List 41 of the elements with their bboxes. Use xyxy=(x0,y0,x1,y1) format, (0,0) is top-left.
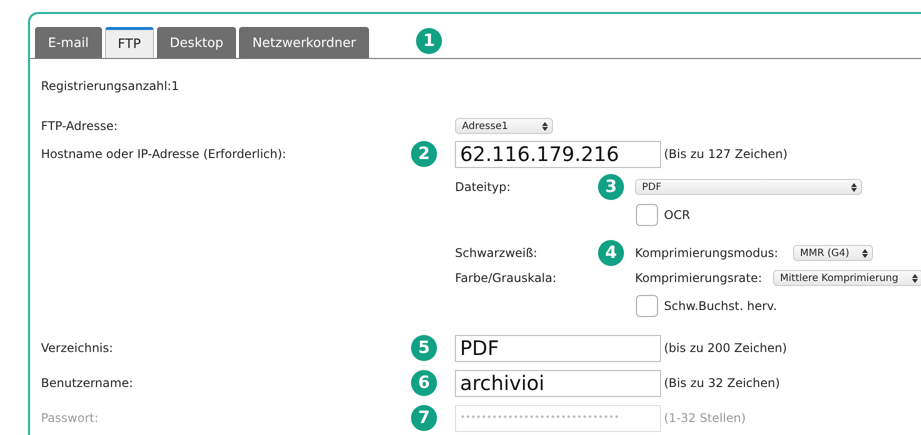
number-badge: 2 xyxy=(411,141,437,167)
checkbox-label: OCR xyxy=(664,208,690,222)
updown-arrows-icon xyxy=(542,122,548,130)
updown-arrows-icon xyxy=(862,248,868,258)
number-badge: 6 xyxy=(411,370,437,396)
field-label: Verzeichnis: xyxy=(41,341,114,355)
text-input[interactable]: archivioi xyxy=(455,370,661,396)
field-label: Benutzername: xyxy=(41,376,134,390)
address-select[interactable]: Adresse1 xyxy=(455,118,553,134)
field-label: Farbe/Grauskala: xyxy=(455,271,558,285)
tab[interactable]: E-mail xyxy=(35,27,102,58)
hint-text: (1-32 Stellen) xyxy=(664,411,746,425)
field-label: Passwort: xyxy=(41,411,100,425)
hint-text: (bis zu 200 Zeichen) xyxy=(664,341,787,355)
tab[interactable]: Netzwerkordner xyxy=(239,27,370,58)
setting-label: Komprimierungsmodus: xyxy=(635,246,780,260)
number-badge: 3 xyxy=(598,174,624,200)
registration-count: Registrierungsanzahl:1 xyxy=(41,79,180,93)
rate-select[interactable]: Mittlere Komprimierung xyxy=(773,270,921,286)
hostname-input[interactable]: 62.116.179.216 xyxy=(455,140,661,168)
field-label: Schwarzweiß: xyxy=(455,246,538,260)
file-type-select[interactable]: PDF xyxy=(635,179,862,195)
field-label: Dateityp: xyxy=(455,180,512,194)
updown-arrows-icon xyxy=(851,182,857,192)
checkbox[interactable] xyxy=(636,295,658,317)
checkbox-label: Schw.Buchst. herv. xyxy=(664,299,777,313)
updown-arrows-icon xyxy=(912,274,918,282)
number-badge: 5 xyxy=(411,335,437,361)
hint-text: (Bis zu 32 Zeichen) xyxy=(664,376,780,390)
number-badge: 1 xyxy=(416,28,442,54)
checkbox[interactable] xyxy=(636,204,658,226)
field-label: FTP-Adresse: xyxy=(41,119,119,133)
number-badge: 4 xyxy=(598,240,624,266)
hint-text: (Bis zu 127 Zeichen) xyxy=(664,147,788,161)
tab[interactable]: Desktop xyxy=(156,27,236,58)
field-label: Hostname oder IP-Adresse (Erforderlich): xyxy=(41,147,288,161)
setting-label: Komprimierungsrate: xyxy=(635,271,764,285)
text-input[interactable]: PDF xyxy=(455,334,661,362)
number-badge: 7 xyxy=(411,405,437,431)
mode-select[interactable]: MMR (G4) xyxy=(793,245,873,261)
tab[interactable]: FTP xyxy=(104,27,154,58)
